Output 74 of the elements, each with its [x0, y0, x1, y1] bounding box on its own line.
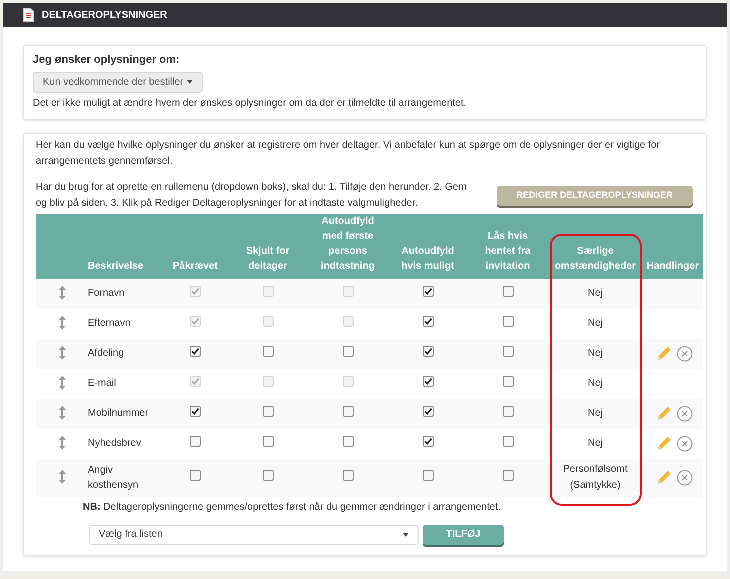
drag-handle-icon[interactable]: [58, 376, 66, 390]
special-value: Nej: [586, 316, 604, 330]
checkbox[interactable]: [422, 346, 434, 357]
special-value: Nej: [586, 406, 604, 420]
field-name: E-mail: [88, 377, 118, 391]
column-header: Autoudfyld med første persons indtastning: [320, 214, 376, 274]
field-name: Afdeling: [88, 347, 126, 361]
drag-handle-icon[interactable]: [58, 346, 66, 360]
checkbox[interactable]: [422, 286, 434, 297]
field-name: Nyhedsbrev: [88, 437, 142, 451]
help-text: Har du brug for at oprette en rullemenu (dropdown boks), skal du: 1. Tilføje den herunder. 2. Gem og bliv på siden. 3. Klik på Rediger Deltageroplysninger for at indtaste valgmuligheder.: [36, 180, 468, 210]
field-name: Fornavn: [88, 287, 126, 301]
special-value: Personfølsomt (Samtykke): [562, 462, 629, 492]
checkbox[interactable]: [502, 346, 514, 356]
special-value: Nej: [586, 436, 604, 450]
checkbox[interactable]: [190, 436, 201, 446]
checkbox[interactable]: [422, 470, 434, 480]
drag-handle-icon[interactable]: [58, 286, 66, 300]
column-header: Lås hvis hentet fra invitation: [484, 230, 532, 274]
special-value: Nej: [586, 286, 604, 300]
pencil-icon[interactable]: [656, 346, 672, 362]
header-title: DELTAGEROPLYSNINGER: [42, 8, 168, 22]
field-select[interactable]: Vælg fra listen: [89, 524, 419, 544]
drag-handle-icon[interactable]: [58, 436, 66, 450]
checkbox[interactable]: [502, 436, 514, 446]
checkbox[interactable]: [262, 436, 274, 446]
pencil-icon[interactable]: [656, 406, 672, 422]
column-header: Skjult for deltager: [245, 244, 291, 274]
field-name: Angiv kosthensyn: [88, 464, 140, 492]
close-icon[interactable]: [677, 436, 693, 452]
special-value: Nej: [586, 376, 604, 390]
info-note: Det er ikke muligt at ændre hvem der ønskes oplysninger om da der er tilmeldte til arrangementet.: [33, 96, 467, 110]
close-icon[interactable]: [677, 470, 693, 486]
info-label: Jeg ønsker oplysninger om:: [33, 53, 180, 68]
pencil-icon[interactable]: [656, 436, 672, 452]
caret-icon: [403, 532, 409, 536]
checkbox[interactable]: [190, 346, 201, 357]
checkbox[interactable]: [502, 376, 514, 386]
column-header: Autoudfyld hvis muligt: [400, 244, 456, 274]
checkbox[interactable]: [342, 346, 354, 356]
drag-handle-icon[interactable]: [58, 406, 66, 420]
recipient-select[interactable]: Kun vedkommende der bestiller: [33, 72, 203, 92]
drag-handle-icon[interactable]: [58, 316, 66, 330]
column-header: Handlinger: [646, 260, 700, 274]
column-header: Påkrævet: [172, 260, 218, 274]
close-icon[interactable]: [677, 406, 693, 422]
special-value: Nej: [586, 346, 604, 360]
checkbox[interactable]: [422, 406, 434, 417]
field-name: Efternavn: [88, 317, 132, 331]
pencil-icon[interactable]: [656, 470, 672, 486]
checkbox[interactable]: [502, 316, 514, 326]
checkbox[interactable]: [342, 436, 354, 446]
checkbox[interactable]: [422, 376, 434, 387]
intro-text: Her kan du vælge hvilke oplysninger du ønsker at registrere om hver deltager. Vi anbefaler kun at spørge om de oplysninger der er vigtige for arrangementets gennemførsel.: [36, 138, 662, 168]
checkbox[interactable]: [502, 406, 514, 416]
checkbox[interactable]: [342, 470, 354, 480]
checkbox[interactable]: [502, 470, 514, 480]
column-header: Særlige omstændigheder: [554, 244, 638, 274]
caret-icon: [187, 80, 193, 84]
checkbox[interactable]: [422, 316, 434, 327]
checkbox[interactable]: [262, 406, 274, 416]
drag-handle-icon[interactable]: [58, 470, 66, 484]
checkbox[interactable]: [262, 470, 274, 480]
footnote: NB: Deltageroplysningerne gemmes/oprettes først når du gemmer ændringer i arrangementet.: [83, 500, 502, 514]
checkbox[interactable]: [262, 346, 274, 356]
column-header: Beskrivelse: [88, 260, 144, 274]
close-icon[interactable]: [677, 346, 693, 362]
checkbox[interactable]: [190, 406, 201, 417]
checkbox[interactable]: [190, 470, 201, 480]
checkbox[interactable]: [422, 436, 434, 447]
checkbox[interactable]: [342, 406, 354, 416]
document-icon: [23, 8, 34, 22]
checkbox[interactable]: [502, 286, 514, 296]
field-name: Mobilnummer: [88, 407, 148, 421]
